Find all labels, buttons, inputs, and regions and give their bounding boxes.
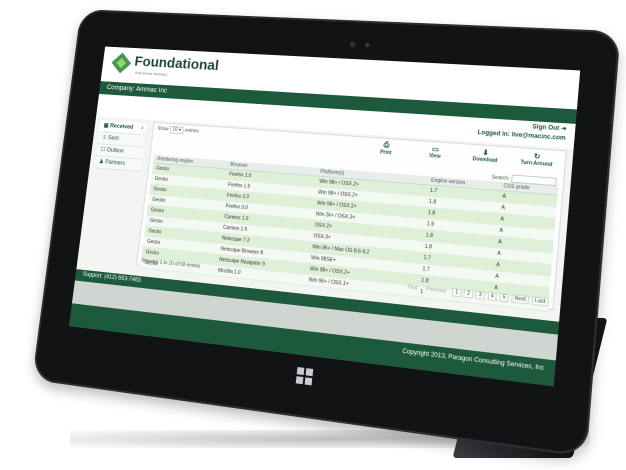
inbox-icon: ▣ [103, 123, 109, 129]
brand-tagline: A Business Services [134, 70, 168, 77]
show-label: Show [157, 125, 169, 133]
sensor-icon [365, 43, 370, 48]
page-length-select[interactable]: 10 ▾ [169, 125, 185, 135]
view-label: View [428, 153, 441, 160]
pager-last[interactable]: Last [531, 296, 549, 307]
page-length-control: Show 10 ▾ entries [157, 125, 199, 135]
print-button[interactable]: ⎙ Print [363, 140, 408, 157]
chevron-down-icon: ▾ [178, 127, 182, 134]
sidebar-item-label: Sent [107, 135, 120, 142]
pager-page[interactable]: 2 [463, 289, 474, 299]
pager-page[interactable]: 5 [499, 292, 510, 303]
pager-page[interactable]: 4 [487, 291, 498, 302]
camera-icon [349, 41, 356, 48]
sign-out-link[interactable]: Sign Out ➜ [532, 123, 567, 132]
print-label: Print [379, 149, 392, 157]
sidebar: ▣ Received › ⇪ Sent ☐ Outbox ♟ Partners [94, 120, 147, 172]
sign-out-label: Sign Out [532, 124, 560, 133]
page-length-value: 10 [172, 126, 178, 133]
pager-page[interactable]: 1 [451, 288, 462, 298]
pager-next[interactable]: Next [511, 294, 530, 305]
view-button[interactable]: ▭ View [412, 144, 458, 161]
pager-first[interactable]: First [404, 283, 421, 293]
logo-icon [110, 52, 132, 74]
windows-logo-icon[interactable] [295, 367, 314, 386]
entries-label: entries [184, 127, 199, 135]
sign-out-icon: ➜ [560, 126, 567, 133]
company-label: Company: Ammac Inc [106, 84, 168, 95]
outbox-icon: ☐ [100, 147, 106, 154]
sidebar-item-label: Partners [104, 159, 126, 167]
turn-around-label: Turn Around [520, 159, 553, 169]
tablet-screen: Foundational A Business Services Company… [68, 46, 581, 387]
tablet-device: Foundational A Business Services Company… [31, 9, 621, 458]
sidebar-item-label: Received [109, 123, 134, 131]
download-button[interactable]: ⬇ Download [462, 147, 509, 165]
user-icon: ♟ [98, 159, 105, 166]
download-label: Download [472, 156, 498, 165]
upload-icon: ⇪ [101, 135, 107, 141]
chevron-right-icon: › [140, 125, 144, 132]
turn-around-button[interactable]: ↻ Turn Around [513, 151, 562, 169]
pager-page[interactable]: 3 [475, 290, 486, 300]
sidebar-item-partners[interactable]: ♟ Partners [94, 156, 142, 172]
sidebar-item-label: Outbox [106, 147, 124, 155]
